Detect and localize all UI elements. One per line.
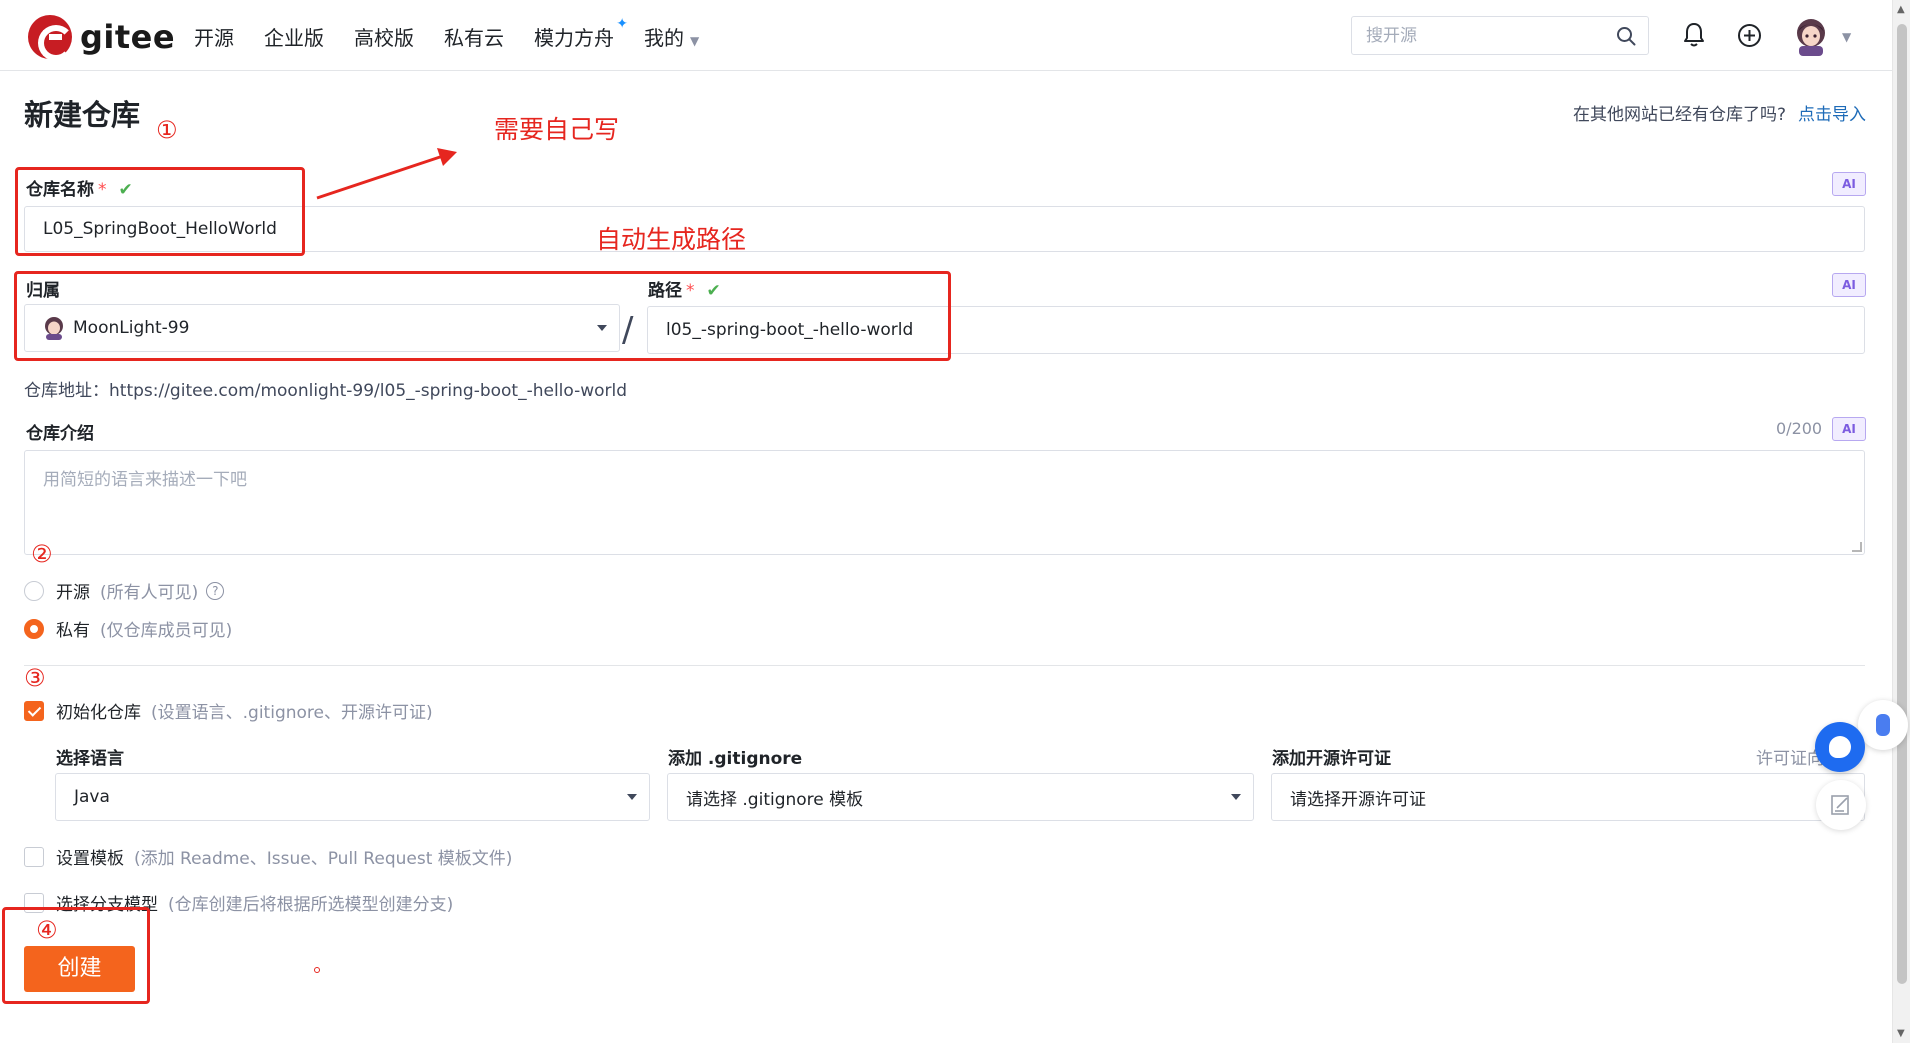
visibility-public-option[interactable]: 开源 (所有人可见) ? (24, 578, 225, 603)
top-navbar: gitee 开源 企业版 高校版 私有云 模力方舟✦ 我的 ▼ ▼ (0, 0, 1892, 71)
private-label: 私有 (56, 621, 90, 641)
description-counter: 0/200 (1776, 419, 1823, 438)
import-hint: 在其他网站已经有仓库了吗? 点击导入 (1573, 100, 1866, 125)
branch-model-sub: (仓库创建后将根据所选模型创建分支) (168, 895, 454, 915)
init-repo-option[interactable]: 初始化仓库 (设置语言、.gitignore、开源许可证) (24, 698, 433, 723)
caret-down-icon (1231, 794, 1241, 800)
description-textarea[interactable]: 用简短的语言来描述一下吧 (24, 450, 1865, 555)
radio-public[interactable] (24, 580, 44, 601)
search-icon[interactable] (1616, 26, 1636, 46)
scroll-up-arrow-icon[interactable]: ▲ (1897, 4, 1905, 15)
feedback-button[interactable] (1816, 780, 1866, 830)
template-sub: (添加 Readme、Issue、Pull Request 模板文件) (134, 849, 513, 869)
description-label: 仓库介绍 (26, 424, 94, 444)
license-help-link[interactable]: 许可证向 (1756, 744, 1824, 769)
section-divider (24, 665, 1865, 666)
annotation-arrow (316, 148, 457, 200)
ai-assist-button[interactable]: AI (1832, 172, 1866, 196)
ai-assist-button[interactable]: AI (1832, 417, 1866, 441)
description-placeholder: 用简短的语言来描述一下吧 (43, 470, 247, 490)
language-select[interactable]: Java (55, 773, 650, 821)
template-checkbox[interactable] (24, 846, 44, 867)
license-label: 添加开源许可证 (1272, 749, 1391, 769)
nav-link-ai-hub-label: 模力方舟 (534, 26, 614, 50)
import-hint-text: 在其他网站已经有仓库了吗? (1572, 105, 1786, 125)
nav-link-education[interactable]: 高校版 (354, 22, 414, 51)
search-input[interactable] (1352, 17, 1592, 54)
gitignore-label: 添加 .gitignore (668, 749, 803, 769)
brand-name: gitee (80, 18, 176, 56)
radio-private[interactable] (24, 618, 44, 639)
annotation-box-repo-name (15, 167, 305, 256)
page-title: 新建仓库 (24, 98, 141, 132)
init-repo-sub: (设置语言、.gitignore、开源许可证) (151, 703, 433, 723)
search-box (1351, 16, 1649, 55)
language-value: Java (74, 787, 110, 807)
annotation-auto-path: 自动生成路径 (596, 225, 747, 254)
help-icon[interactable]: ? (206, 581, 225, 600)
gitignore-value: 请选择 .gitignore 模板 (686, 789, 864, 810)
ai-assist-button[interactable]: AI (1832, 273, 1866, 297)
avatar-chevron-down-icon[interactable]: ▼ (1842, 30, 1851, 44)
scroll-down-arrow-icon[interactable]: ▼ (1897, 1028, 1905, 1039)
annotation-number-1: ① (156, 116, 178, 144)
gitignore-select[interactable]: 请选择 .gitignore 模板 (667, 773, 1254, 821)
main-nav: 开源 企业版 高校版 私有云 模力方舟 ✦ 我的 ▼ (194, 16, 729, 51)
bell-icon[interactable] (1682, 22, 1706, 48)
edit-icon (1831, 795, 1849, 815)
annotation-number-2: ② (31, 540, 53, 568)
annotation-box-owner-path (14, 271, 951, 361)
init-repo-checkbox[interactable] (24, 700, 44, 721)
chat-assistant-button[interactable] (1815, 722, 1865, 772)
annotation-dot (314, 967, 320, 973)
page-scrollbar[interactable]: ▲ ▼ (1892, 0, 1910, 1043)
user-avatar[interactable] (1794, 18, 1828, 56)
public-sub: (所有人可见) (100, 583, 199, 603)
annotation-box-create (2, 907, 150, 1004)
nav-link-ai-hub[interactable]: 模力方舟 ✦ (534, 16, 628, 51)
nav-link-mine-label: 我的 (644, 26, 684, 50)
gitee-logo[interactable]: gitee (28, 15, 176, 61)
init-repo-label: 初始化仓库 (56, 703, 141, 723)
annotation-write-yourself: 需要自己写 (494, 115, 620, 144)
nav-link-mine[interactable]: 我的 ▼ (644, 22, 699, 51)
visibility-private-option[interactable]: 私有 (仅仓库成员可见) (24, 616, 232, 641)
nav-link-opensource[interactable]: 开源 (194, 22, 234, 51)
gitee-logo-icon (28, 15, 74, 61)
sparkle-icon: ✦ (616, 16, 628, 32)
annotation-number-4: ④ (36, 916, 58, 944)
license-value: 请选择开源许可证 (1290, 789, 1426, 810)
template-option[interactable]: 设置模板 (添加 Readme、Issue、Pull Request 模板文件) (24, 844, 512, 869)
scroll-top-widget[interactable] (1858, 700, 1908, 750)
nav-link-enterprise[interactable]: 企业版 (264, 22, 324, 51)
scroll-thumb[interactable] (1897, 24, 1907, 984)
language-label: 选择语言 (56, 749, 124, 769)
annotation-number-3: ③ (24, 664, 46, 692)
license-select[interactable]: 请选择开源许可证 (1271, 773, 1865, 821)
import-link[interactable]: 点击导入 (1798, 105, 1866, 125)
chevron-down-icon: ▼ (690, 34, 700, 48)
resize-grip-icon[interactable] (1852, 542, 1862, 552)
public-label: 开源 (56, 583, 90, 603)
caret-down-icon (627, 794, 637, 800)
nav-link-private-cloud[interactable]: 私有云 (444, 22, 504, 51)
template-label: 设置模板 (56, 849, 124, 869)
private-sub: (仅仓库成员可见) (100, 621, 233, 641)
repo-address: 仓库地址：https://gitee.com/moonlight-99/l05_… (24, 381, 628, 401)
plus-circle-icon[interactable] (1737, 23, 1762, 48)
